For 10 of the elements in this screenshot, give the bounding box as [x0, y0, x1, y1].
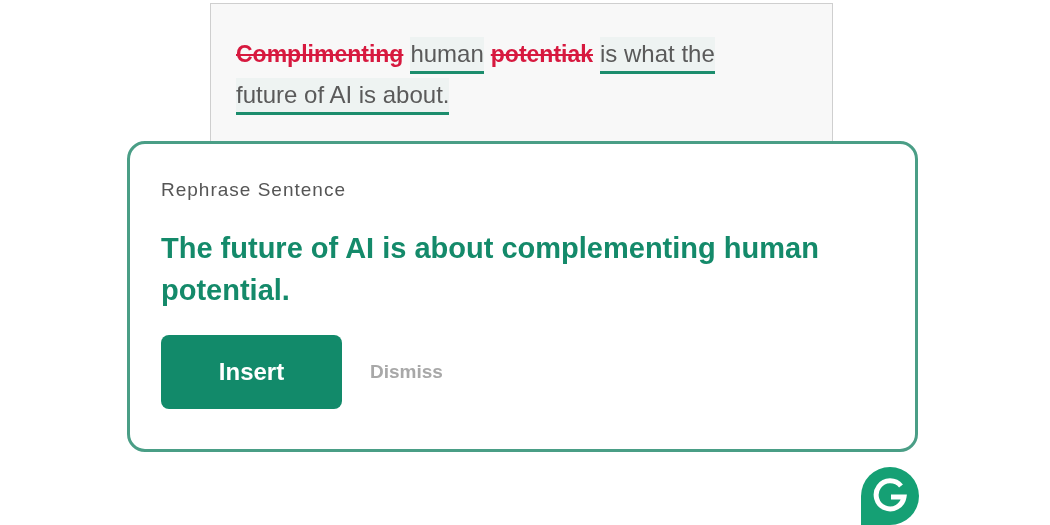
deleted-text: potentiak [490, 40, 593, 69]
logo-icon [861, 467, 919, 525]
suggestion-text: The future of AI is about complementing human potential. [161, 231, 820, 308]
suggested-text: human [410, 37, 484, 74]
card-label: Rephrase Sentence [161, 178, 347, 202]
suggested-text: is what the [600, 37, 715, 74]
suggested-text: future of AI is about. [236, 78, 450, 115]
insert-button[interactable]: Insert [161, 335, 342, 409]
dismiss-button[interactable]: Dismiss [370, 361, 443, 383]
deleted-text: Complimenting [236, 40, 404, 69]
